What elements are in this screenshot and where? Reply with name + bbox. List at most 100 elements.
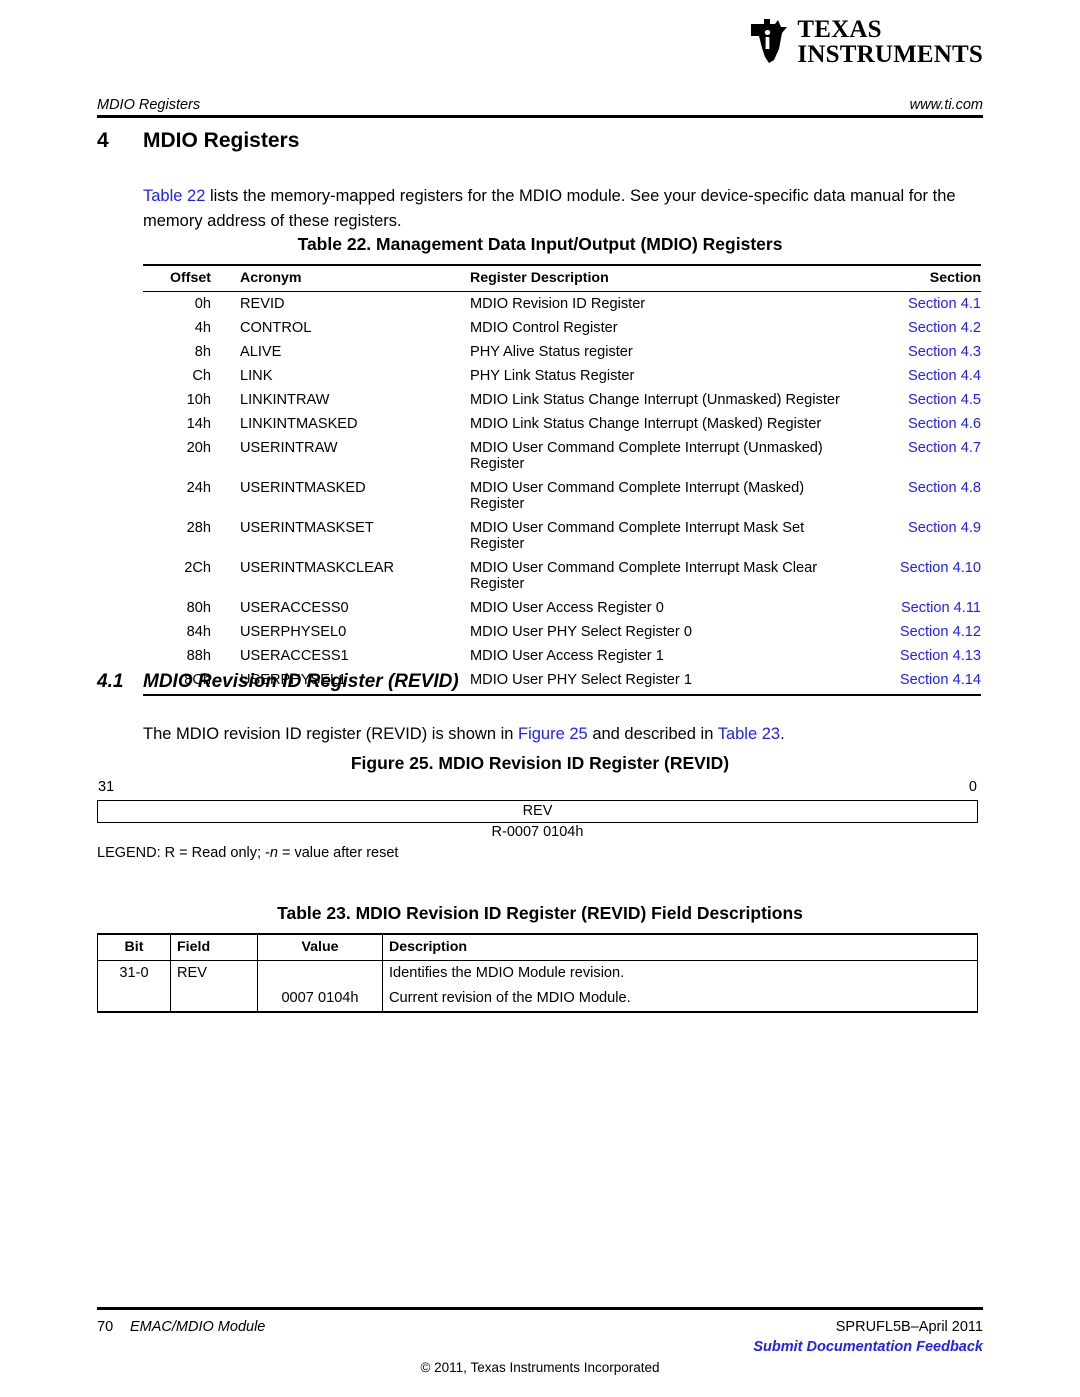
section-4-paragraph-text: lists the memory-mapped registers for th…	[143, 186, 956, 230]
table-row: 31-0 REV Identifies the MDIO Module revisi…	[97, 960, 978, 986]
column-header-bit: Bit	[97, 933, 171, 961]
section-41-text-a: The MDIO revision ID register (REVID) is…	[143, 724, 519, 743]
column-header-description: Description	[382, 933, 978, 961]
cell-field: REV	[170, 960, 258, 986]
document-page: TEXAS INSTRUMENTS MDIO Registers www.ti.…	[0, 0, 1080, 1397]
cell-acronym: USERINTMASKCLEAR	[240, 560, 395, 576]
cell-offset: 14h	[186, 416, 211, 432]
table-row: Ch LINK PHY Link Status Register Section 4.…	[143, 364, 981, 388]
cell-acronym: CONTROL	[240, 320, 312, 336]
cell-description: Identifies the MDIO Module revision.	[382, 960, 978, 986]
section-link[interactable]: Section 4.12	[861, 620, 981, 644]
logo-text-instruments: INSTRUMENTS	[797, 40, 983, 68]
column-header-offset: Offset	[143, 264, 211, 292]
section-link[interactable]: Section 4.3	[861, 340, 981, 364]
cell-offset: 10h	[186, 392, 211, 408]
table-23-link[interactable]: Table 23	[718, 725, 780, 743]
cell-offset: 28h	[186, 520, 211, 536]
section-link[interactable]: Section 4.9	[861, 516, 981, 556]
section-41-paragraph: The MDIO revision ID register (REVID) is…	[143, 722, 981, 747]
table-row: 0007 0104h Current revision of the MDIO M…	[97, 986, 978, 1013]
ti-logo: TEXAS INSTRUMENTS	[748, 16, 983, 68]
table-22: Offset Acronym Register Description Sect…	[143, 264, 981, 696]
submit-documentation-feedback-link[interactable]: Submit Documentation Feedback	[753, 1339, 983, 1355]
section-link[interactable]: Section 4.13	[861, 644, 981, 668]
cell-bit	[97, 986, 171, 1013]
table-row: 8h ALIVE PHY Alive Status register Section …	[143, 340, 981, 364]
section-link[interactable]: Section 4.2	[861, 316, 981, 340]
cell-description: MDIO Link Status Change Interrupt (Maske…	[470, 416, 822, 432]
legend-text-italic-n: n	[269, 845, 278, 861]
section-41-number: 4.1	[97, 671, 124, 692]
cell-field	[170, 986, 258, 1013]
section-link[interactable]: Section 4.4	[861, 364, 981, 388]
section-link[interactable]: Section 4.11	[861, 596, 981, 620]
table-23-caption: Table 23. MDIO Revision ID Register (REV…	[277, 903, 803, 923]
figure-25-caption: Figure 25. MDIO Revision ID Register (RE…	[350, 753, 730, 773]
cell-description: MDIO User PHY Select Register 0	[470, 624, 692, 640]
section-41-text-b: and described in	[587, 724, 718, 743]
cell-offset: Ch	[192, 368, 211, 384]
register-reset-value: R-0007 0104h	[491, 824, 584, 840]
section-link[interactable]: Section 4.7	[861, 436, 981, 476]
cell-description: MDIO User PHY Select Register 1	[440, 668, 861, 696]
table-row: 84h USERPHYSEL0 MDIO User PHY Select Regis…	[143, 620, 981, 644]
footer-document-title: EMAC/MDIO Module	[130, 1319, 266, 1335]
header-rule	[97, 115, 983, 118]
column-header-field: Field	[170, 933, 258, 961]
section-4-number: 4	[97, 129, 109, 152]
cell-description: MDIO User Access Register 0	[470, 600, 664, 616]
section-link[interactable]: Section 4.10	[861, 556, 981, 596]
cell-description: MDIO User Command Complete Interrupt (Un…	[470, 440, 823, 472]
cell-description: MDIO User Command Complete Interrupt Mas…	[470, 560, 818, 592]
header-website: www.ti.com	[909, 97, 983, 113]
table-row: 88h USERACCESS1 MDIO User Access Register …	[143, 644, 981, 668]
section-link[interactable]: Section 4.1	[861, 292, 981, 317]
cell-offset: 80h	[186, 600, 211, 616]
column-header-value: Value	[257, 933, 383, 961]
table-row: 24h USERINTMASKED MDIO User Command Comple…	[143, 476, 981, 516]
footer-page-number: 70	[97, 1319, 114, 1335]
table-row: 14h LINKINTMASKED MDIO Link Status Change …	[143, 412, 981, 436]
table-row: 10h LINKINTRAW MDIO Link Status Change Int…	[143, 388, 981, 412]
table-row: 20h USERINTRAW MDIO User Command Complete …	[143, 436, 981, 476]
section-link[interactable]: Section 4.8	[861, 476, 981, 516]
ti-texas-logo-icon	[751, 19, 788, 63]
cell-description: MDIO User Command Complete Interrupt Mas…	[470, 520, 805, 552]
bit-label-low: 0	[968, 779, 977, 795]
running-header: MDIO Registers www.ti.com	[97, 90, 983, 116]
legend-text-pre: LEGEND: R = Read only; -	[97, 845, 270, 861]
section-link[interactable]: Section 4.6	[861, 412, 981, 436]
cell-value: 0007 0104h	[257, 986, 383, 1013]
table-header-row: Offset Acronym Register Description Sect…	[143, 264, 981, 292]
section-link[interactable]: Section 4.14	[861, 668, 981, 696]
cell-description: MDIO User Command Complete Interrupt (Ma…	[470, 480, 805, 512]
section-link[interactable]: Section 4.5	[861, 388, 981, 412]
table-header-row: Bit Field Value Description	[97, 933, 978, 961]
logo-text-texas: TEXAS	[797, 16, 882, 43]
column-header-section: Section	[861, 264, 981, 292]
figure-25-link[interactable]: Figure 25	[518, 725, 588, 743]
cell-acronym: USERINTMASKSET	[240, 520, 374, 536]
cell-acronym: ALIVE	[240, 344, 282, 360]
section-41-title: MDIO Revision ID Register (REVID)	[143, 671, 459, 692]
cell-description: MDIO Revision ID Register	[470, 296, 646, 312]
cell-acronym: LINKINTRAW	[240, 392, 330, 408]
footer-literature-number: SPRUFL5B–April 2011	[835, 1319, 983, 1335]
table-row: 0h REVID MDIO Revision ID Register Section …	[143, 292, 981, 317]
table-22-link[interactable]: Table 22	[143, 187, 205, 205]
cell-acronym: LINKINTMASKED	[240, 416, 358, 432]
footer-copyright: © 2011, Texas Instruments Incorporated	[420, 1360, 660, 1375]
bit-label-high: 31	[98, 779, 115, 795]
cell-acronym: USERINTRAW	[240, 440, 338, 456]
cell-description: MDIO Control Register	[470, 320, 618, 336]
cell-offset: 0h	[194, 296, 211, 312]
table-23: Bit Field Value Description 31-0 REV Ident…	[97, 933, 978, 1013]
cell-description: Current revision of the MDIO Module.	[382, 986, 978, 1013]
table-row: 4h CONTROL MDIO Control Register Section 4.…	[143, 316, 981, 340]
cell-offset: 88h	[186, 648, 211, 664]
page-title: MDIO Registers	[143, 129, 300, 152]
cell-acronym: USERINTMASKED	[240, 480, 366, 496]
cell-acronym: USERACCESS1	[240, 648, 349, 664]
register-field-box: REV	[97, 800, 978, 823]
